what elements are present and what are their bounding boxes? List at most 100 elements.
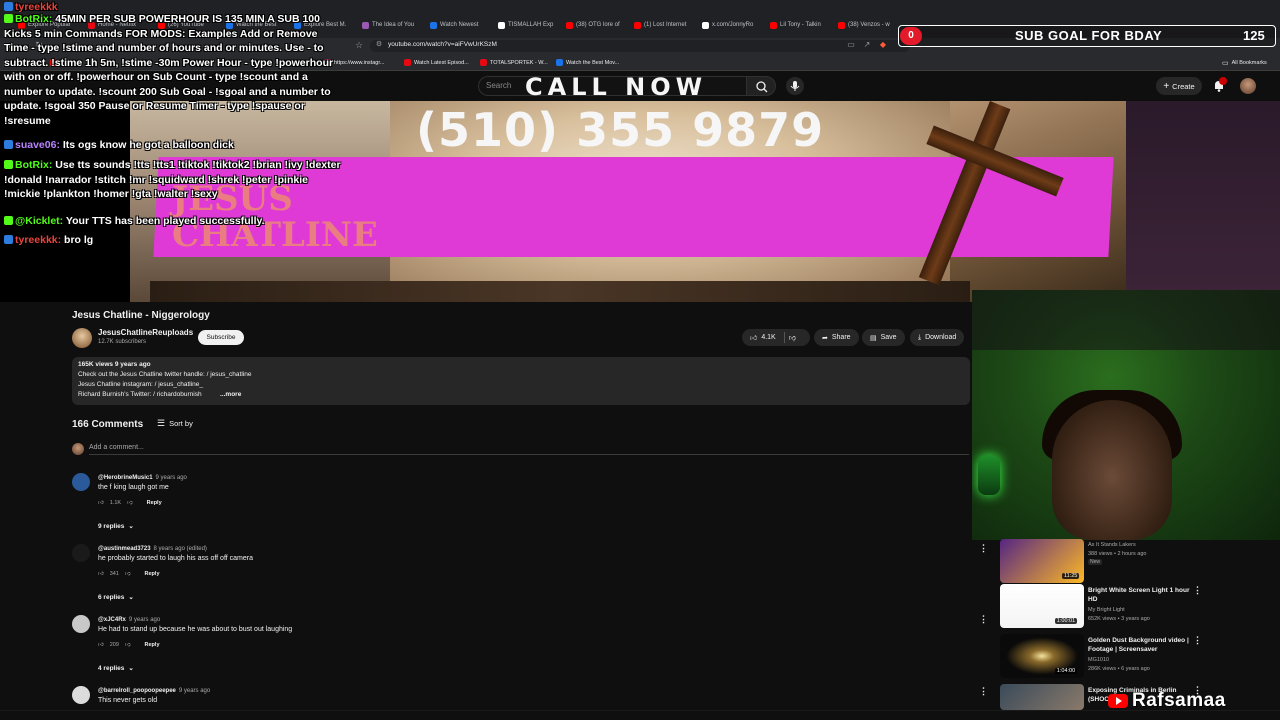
create-button[interactable]: + Create <box>1156 77 1202 95</box>
save-button[interactable]: ▤ Save <box>862 329 905 346</box>
sub-goal-target: 125 <box>1243 28 1265 43</box>
comment-reply-button[interactable]: Reply <box>147 500 162 506</box>
create-label: Create <box>1172 81 1195 91</box>
notification-count-badge <box>1219 77 1227 85</box>
show-more-link[interactable]: ...more <box>220 391 241 398</box>
all-bookmarks[interactable]: ▭ All Bookmarks <box>1222 59 1267 67</box>
download-button[interactable]: ⤓ Download <box>910 329 965 346</box>
subscribe-button[interactable]: Subscribe <box>198 330 244 345</box>
channel-name[interactable]: JesusChatlineReuploads <box>98 328 193 337</box>
comment-time[interactable]: 8 years ago (edited) <box>154 546 207 552</box>
chat-badge-icon <box>4 160 13 169</box>
comment-avatar[interactable] <box>72 473 90 491</box>
like-count[interactable]: 4.1K <box>761 334 775 341</box>
share-icon: ➦ <box>822 334 828 342</box>
tab-label: (38) Venzos - w <box>848 22 890 28</box>
chat-username: BotRix: <box>15 13 53 25</box>
rec-title[interactable]: Bright White Screen Light 1 hour HD <box>1088 586 1192 604</box>
bookmark-star-icon[interactable]: ☆ <box>354 40 364 50</box>
add-comment-input[interactable]: Add a comment... <box>89 444 969 455</box>
comment-like-icon[interactable]: 👍︎ <box>98 642 104 648</box>
comment-replies-toggle[interactable]: 6 replies ⌄ <box>98 593 134 602</box>
browser-tab[interactable]: (38) OTG lore of <box>566 16 628 34</box>
rec-thumbnail[interactable] <box>1000 684 1084 710</box>
extension-icon[interactable]: ◆ <box>878 40 888 50</box>
bookmark-item[interactable]: Watch the Best Mov... <box>556 59 638 66</box>
rec-title[interactable]: Golden Dust Background video | Footage |… <box>1088 636 1192 654</box>
browser-tab[interactable]: Lil Tony - Talkin <box>770 16 832 34</box>
share-button[interactable]: ➦ Share <box>814 329 859 346</box>
comment-author[interactable]: @barrelroll_poopoopeepee 9 years ago <box>98 688 210 694</box>
comment-author[interactable]: @HerobrineMusic1 9 years ago <box>98 475 187 481</box>
rec-more-icon[interactable]: ⋮ <box>1193 585 1202 596</box>
rec-duration: 1:04:00 <box>1054 668 1078 674</box>
more-actions-icon[interactable]: ⋮ <box>979 686 988 697</box>
comment-avatar[interactable] <box>72 686 90 704</box>
channel-avatar[interactable] <box>72 328 92 348</box>
comment-time[interactable]: 9 years ago <box>179 688 210 694</box>
video-frame-bottom <box>150 281 970 302</box>
install-icon[interactable]: ▭ <box>846 40 856 50</box>
comment-actions: 👍︎ 341 👎︎ Reply <box>98 571 160 577</box>
comment-like-icon[interactable]: 👍︎ <box>98 500 104 506</box>
rec-more-icon[interactable]: ⋮ <box>1193 635 1202 646</box>
comment-like-count: 209 <box>109 642 119 648</box>
rec-channel[interactable]: MG1010 <box>1088 656 1109 664</box>
thumbs-down-icon[interactable]: 👎︎ <box>789 333 796 342</box>
comment-dislike-icon[interactable]: 👎︎ <box>125 571 131 577</box>
sort-by-button[interactable]: ☰ Sort by <box>157 418 193 429</box>
comment-author-name[interactable]: @barrelroll_poopoopeepee <box>98 688 176 694</box>
voice-search-button[interactable] <box>786 77 804 95</box>
sort-label: Sort by <box>169 419 193 428</box>
comment-reply-button[interactable]: Reply <box>145 571 160 577</box>
comment-author[interactable]: @xJC4Rx 9 years ago <box>98 617 160 623</box>
comment-like-icon[interactable]: 👍︎ <box>98 571 104 577</box>
more-actions-icon[interactable]: ⋮ <box>979 614 988 625</box>
youtube-logo-icon <box>1108 694 1128 708</box>
chat-username: tyreekkk <box>15 1 58 12</box>
comment-author-name[interactable]: @austinmead3723 <box>98 546 151 552</box>
bookmark-item[interactable]: Watch Latest Episod... <box>404 59 474 66</box>
site-info-icon[interactable]: ⚙ <box>374 40 384 50</box>
share-page-icon[interactable]: ↗ <box>862 40 872 50</box>
comment-time[interactable]: 9 years ago <box>129 617 160 623</box>
description-line-3: Richard Burnish's Twitter: / richardobur… <box>78 391 202 398</box>
browser-tab[interactable]: Watch Newest <box>430 16 492 34</box>
channel-watermark: Rafsamaa <box>1108 690 1226 712</box>
browser-tab[interactable]: TISMALLAH Exp <box>498 16 560 34</box>
browser-tab[interactable]: (1) Lost Internet <box>634 16 696 34</box>
rec-channel[interactable]: As It Stands Lakers <box>1088 541 1136 549</box>
comment-replies-toggle[interactable]: 9 replies ⌄ <box>98 522 134 531</box>
comment-time[interactable]: 9 years ago <box>156 475 187 481</box>
thumbs-up-icon[interactable]: 👍︎ <box>750 333 757 342</box>
account-avatar[interactable] <box>1240 78 1256 94</box>
comment-avatar[interactable] <box>72 615 90 633</box>
description-box[interactable] <box>72 357 970 405</box>
browser-tab[interactable]: (38) Venzos - w <box>838 16 900 34</box>
browser-tab[interactable]: The Idea of You <box>362 16 424 34</box>
chat-username: tyreekkk: <box>15 234 62 246</box>
banner-headline: CALL NOW <box>525 73 708 101</box>
comment-reply-button[interactable]: Reply <box>145 642 160 648</box>
bookmark-favicon-icon <box>480 59 487 66</box>
chat-message: @Kicklet: Your TTS has been played succe… <box>4 214 344 230</box>
browser-tab[interactable]: x.com/JonnyRo <box>702 16 764 34</box>
more-actions-icon[interactable]: ⋮ <box>979 543 988 554</box>
comment-author-name[interactable]: @HerobrineMusic1 <box>98 475 153 481</box>
comment-author-name[interactable]: @xJC4Rx <box>98 617 126 623</box>
comment-author[interactable]: @austinmead3723 8 years ago (edited) <box>98 546 207 552</box>
tab-favicon-icon <box>362 21 369 29</box>
bookmark-item[interactable]: TOTALSPORTEK - W... <box>480 59 552 66</box>
rec-channel[interactable]: My Bright Light <box>1088 606 1125 614</box>
comment-replies-toggle[interactable]: 4 replies ⌄ <box>98 664 134 673</box>
watermark-text: Rafsamaa <box>1132 690 1226 711</box>
search-icon <box>756 81 768 93</box>
comment-dislike-icon[interactable]: 👎︎ <box>125 642 131 648</box>
search-button[interactable] <box>746 76 776 96</box>
video-frame-edge <box>1126 101 1280 302</box>
all-bookmarks-label: All Bookmarks <box>1231 60 1267 66</box>
chat-message: tyreekkk: bro lg <box>4 233 344 249</box>
chat-badge-icon <box>4 235 13 244</box>
comment-dislike-icon[interactable]: 👎︎ <box>127 500 133 506</box>
comment-avatar[interactable] <box>72 544 90 562</box>
